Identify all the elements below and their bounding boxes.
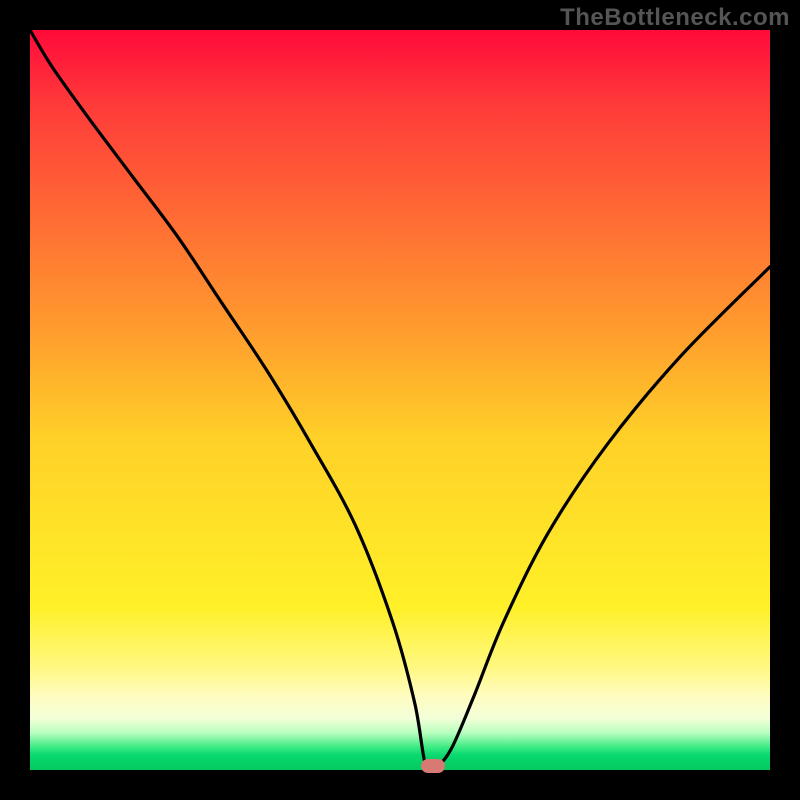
chart-canvas: TheBottleneck.com <box>0 0 800 800</box>
optimal-point-marker <box>421 759 445 773</box>
bottleneck-curve <box>30 30 770 770</box>
plot-area <box>30 30 770 770</box>
watermark-label: TheBottleneck.com <box>560 4 790 32</box>
curve-svg <box>30 30 770 770</box>
